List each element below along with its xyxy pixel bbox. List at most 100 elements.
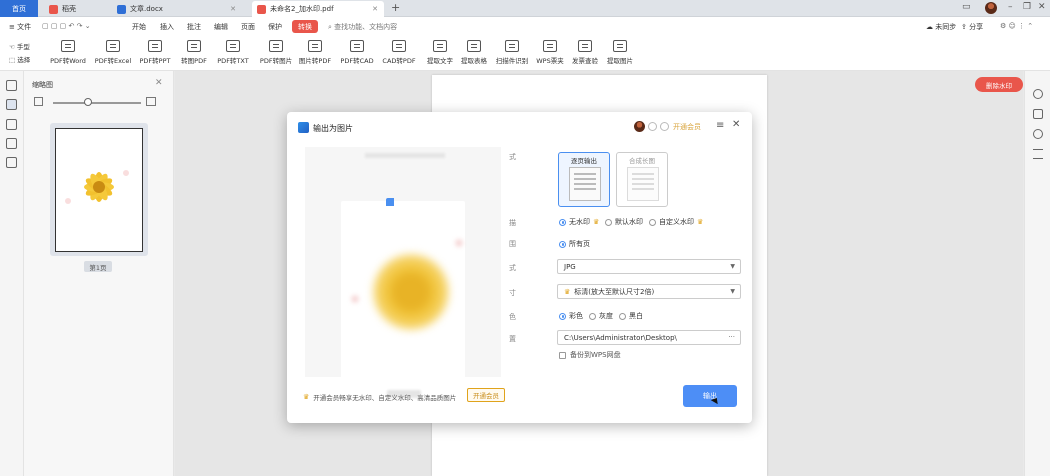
thumbnail-page[interactable] [55, 128, 143, 252]
watermark-none-radio[interactable]: 无水印 ♛ [559, 217, 599, 227]
menu-comment[interactable]: 批注 [187, 22, 201, 32]
thumbnail-zoom-slider[interactable] [53, 102, 141, 104]
pdf-to-excel-icon [106, 40, 120, 52]
format-label: 式 [509, 264, 516, 272]
close-icon[interactable]: ✕ [372, 5, 378, 13]
menu-start[interactable]: 开始 [132, 22, 146, 32]
color-full-radio[interactable]: 彩色 [559, 311, 583, 321]
bookmark-icon[interactable] [6, 80, 17, 91]
tab-docer[interactable]: 稻壳 [44, 1, 108, 17]
avatar[interactable] [985, 2, 997, 14]
color-bw-radio[interactable]: 黑白 [619, 311, 643, 321]
tab-home[interactable]: 首页 [0, 0, 38, 17]
quality-value: 标清(放大至默认尺寸2倍) [574, 287, 655, 296]
sync-status[interactable]: ☁ 未同步 [926, 22, 956, 32]
option-label: 默认水印 [615, 218, 643, 226]
help-icon[interactable] [1033, 129, 1043, 139]
menu-protect[interactable]: 保护 [268, 22, 282, 32]
vip-promo: ♛ 开通会员畅享无水印、自定义水印、高清品质图片 [303, 392, 456, 402]
sync-label: 未同步 [935, 23, 957, 31]
pdf-to-word-button[interactable]: PDF转Word [43, 40, 93, 65]
open-vip-button[interactable]: 开通会员 [467, 388, 505, 402]
menu-page[interactable]: 页面 [241, 22, 255, 32]
menu-insert[interactable]: 插入 [160, 22, 174, 32]
menu-convert[interactable]: 转换 [292, 20, 318, 33]
tab-pdf[interactable]: 未命名2_加水印.pdf ✕ [252, 1, 384, 17]
watermark-default-radio[interactable]: 默认水印 [605, 217, 643, 227]
ribbon-label: PDF转TXT [217, 57, 249, 65]
close-icon[interactable]: ✕ [732, 119, 740, 130]
slider-handle[interactable] [84, 98, 92, 106]
right-rail [1024, 71, 1050, 476]
share-label: 分享 [969, 23, 984, 31]
avatar[interactable] [634, 121, 645, 132]
mode-label-text: 逐页输出 [571, 157, 597, 165]
pages-all-radio[interactable]: 所有页 [559, 239, 590, 249]
search-input[interactable]: ⌕ 查找功能、文档内容 [328, 22, 397, 32]
radio-on [559, 240, 566, 248]
zoom-in-image-icon[interactable] [146, 97, 156, 106]
ribbon-label: 提取图片 [607, 57, 633, 65]
translate-icon[interactable] [1033, 109, 1043, 119]
watermark-custom-radio[interactable]: 自定义水印 ♛ [649, 217, 703, 227]
select-tool[interactable]: ⬚ 选择 [9, 54, 30, 64]
backup-label: 备份到WPS网盘 [570, 351, 621, 359]
restore-icon[interactable]: ❐ [1023, 2, 1031, 12]
settings-sliders-icon[interactable] [1033, 149, 1043, 159]
vip-link[interactable]: 开通会员 [673, 122, 701, 132]
option-label: 所有页 [569, 240, 590, 248]
crown-icon: ♛ [564, 287, 571, 296]
radio-on [559, 218, 566, 226]
long-image-icon [627, 167, 659, 201]
backup-checkbox[interactable]: 备份到WPS网盘 [559, 350, 621, 360]
minimize-icon[interactable]: – [1008, 2, 1013, 12]
thumbnail-icon[interactable] [6, 99, 17, 110]
option-label: 灰度 [599, 312, 613, 320]
quick-access-icons[interactable]: ▢ ▢ ▢ ↶ ↷ ⌄ [42, 22, 91, 30]
menu-edit[interactable]: 编辑 [214, 22, 228, 32]
mode-merge-long-image[interactable]: 合成长图 [616, 152, 668, 207]
attachment-icon[interactable] [6, 138, 17, 149]
format-select[interactable]: JPG ▼ [557, 259, 741, 274]
extract-image-button[interactable]: 提取图片 [595, 40, 645, 65]
settings-icon[interactable] [648, 122, 657, 131]
comment-icon[interactable] [6, 119, 17, 130]
watermark-label: 描 [509, 219, 516, 227]
info-icon[interactable] [660, 122, 669, 131]
tab-docx[interactable]: 文章.docx ✕ [112, 1, 242, 17]
crown-icon: ♛ [303, 393, 310, 401]
zoom-out-image-icon[interactable] [34, 97, 43, 106]
invoice-check-icon [578, 40, 592, 52]
share-button[interactable]: ⇪ 分享 [961, 22, 983, 32]
pdf-icon [257, 4, 266, 14]
signature-icon[interactable] [6, 157, 17, 168]
window-list-icon[interactable]: ▭ [962, 2, 971, 12]
zoom-icon[interactable] [1033, 89, 1043, 99]
image-pdf-icon [187, 40, 201, 52]
close-icon[interactable]: ✕ [230, 5, 236, 13]
option-label: 无水印 [569, 218, 590, 226]
ribbon-label: CAD转PDF [382, 57, 416, 65]
more-icons[interactable]: ⚙ ☺ ⋮ ⌃ [1000, 22, 1033, 30]
quality-select[interactable]: ♛ 标清(放大至默认尺寸2倍) ▼ [557, 284, 741, 299]
pdf-to-image-icon [269, 40, 283, 52]
crown-icon: ♛ [593, 218, 600, 226]
browse-more-icon[interactable]: ··· [728, 333, 735, 341]
hand-tool[interactable]: ☜ 手型 [9, 41, 30, 51]
pages-label: 围 [509, 240, 516, 248]
menu-icon[interactable]: ≡ [716, 120, 724, 131]
color-gray-radio[interactable]: 灰度 [589, 311, 613, 321]
thumbnail-title: 缩略图 [32, 81, 53, 89]
remove-watermark-button[interactable]: 删除水印 [975, 77, 1023, 92]
hand-tool-label: 手型 [16, 43, 30, 51]
export-button[interactable]: 输出 [683, 385, 737, 407]
menu-file[interactable]: ≡ 文件 [9, 22, 31, 32]
ribbon-label: PDF转Excel [94, 57, 132, 65]
mode-page-by-page[interactable]: 逐页输出 [558, 152, 610, 207]
option-label: 自定义水印 [659, 218, 694, 226]
close-icon[interactable]: ✕ [1038, 2, 1046, 12]
output-path-field[interactable]: C:\Users\Administrator\Desktop\ ··· [557, 330, 741, 345]
close-icon[interactable]: ✕ [155, 78, 163, 88]
add-tab-icon[interactable]: + [391, 1, 400, 14]
export-image-dialog: 输出为图片 开通会员 ≡ ✕ 式 逐页输出 合成长图 描 无水印 ♛ 默认水印 自… [287, 112, 752, 423]
